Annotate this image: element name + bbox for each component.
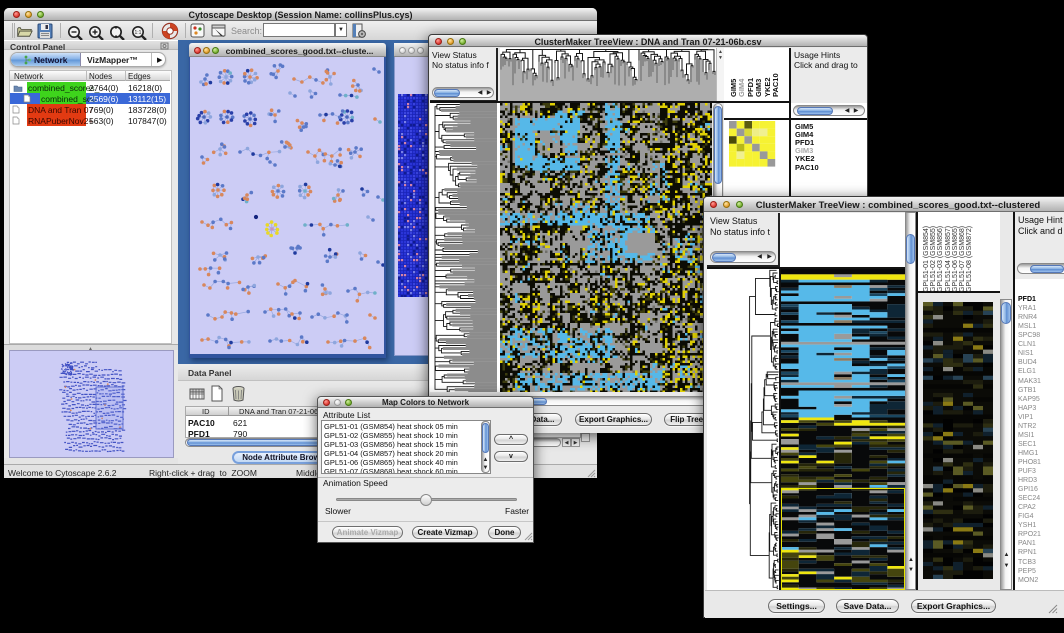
svg-text:1:1: 1:1 <box>135 30 142 36</box>
